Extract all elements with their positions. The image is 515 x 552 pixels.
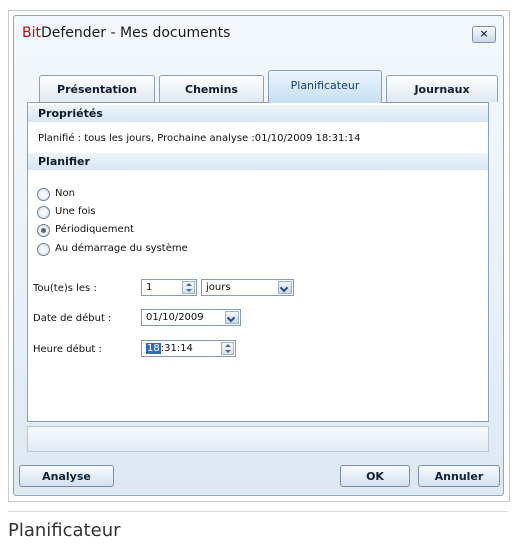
start-time-hour: 18 <box>146 343 161 354</box>
start-time-label: Heure début : <box>33 344 102 355</box>
start-time-rest: :31:14 <box>160 343 193 354</box>
tab-journaux[interactable]: Journaux <box>386 75 498 102</box>
start-date-picker[interactable]: 01/10/2009 <box>141 309 241 326</box>
spinner-arrows-icon[interactable] <box>182 281 195 294</box>
caption-divider <box>8 511 508 512</box>
interval-label: Tou(te)s les : <box>33 283 97 294</box>
start-date-value: 01/10/2009 <box>146 312 204 323</box>
radio-button[interactable] <box>37 243 50 256</box>
radio-button-selected[interactable] <box>37 224 50 237</box>
chevron-down-icon[interactable] <box>278 281 292 294</box>
ok-button[interactable]: OK <box>340 465 410 487</box>
window-title: BitDefender - Mes documents <box>22 25 230 41</box>
analyse-button[interactable]: Analyse <box>19 465 114 487</box>
start-time-stepper[interactable]: 18:31:14 <box>141 340 236 357</box>
radio-label: Non <box>55 188 75 199</box>
radio-button[interactable] <box>37 206 50 219</box>
figure-caption: Planificateur <box>8 520 121 541</box>
radio-label: Une fois <box>55 206 96 217</box>
close-button[interactable]: × <box>472 26 496 43</box>
interval-unit-value: jours <box>206 282 231 293</box>
schedule-heading: Planifier <box>28 153 488 170</box>
interval-stepper[interactable]: 1 <box>141 279 197 296</box>
cancel-button[interactable]: Annuler <box>418 465 500 487</box>
brand-bit: Bit <box>22 25 41 41</box>
radio-label: Au démarrage du système <box>55 243 188 254</box>
chevron-down-icon[interactable] <box>225 311 239 324</box>
schedule-summary: Planifié : tous les jours, Prochaine ana… <box>38 133 361 144</box>
brand-defender: Defender <box>40 25 107 41</box>
tab-presentation[interactable]: Présentation <box>39 75 155 102</box>
title-bar: BitDefender - Mes documents × <box>14 16 503 50</box>
close-icon: × <box>479 27 489 40</box>
screenshot-frame: BitDefender - Mes documents × Présentati… <box>8 10 510 502</box>
title-document: - Mes documents <box>106 25 231 41</box>
tab-chemins[interactable]: Chemins <box>159 75 264 102</box>
status-strip <box>27 426 489 452</box>
properties-heading: Propriétés <box>28 105 488 122</box>
spinner-arrows-icon[interactable] <box>221 342 234 355</box>
start-date-label: Date de début : <box>33 313 112 324</box>
interval-value: 1 <box>146 282 153 293</box>
bitdefender-dialog: BitDefender - Mes documents × Présentati… <box>13 15 504 496</box>
radio-button[interactable] <box>37 188 50 201</box>
tab-planificateur[interactable]: Planificateur <box>268 70 382 103</box>
interval-unit-select[interactable]: jours <box>201 279 294 296</box>
radio-label: Périodiquement <box>55 224 134 235</box>
schedule-panel: Propriétés Planifié : tous les jours, Pr… <box>27 102 489 422</box>
